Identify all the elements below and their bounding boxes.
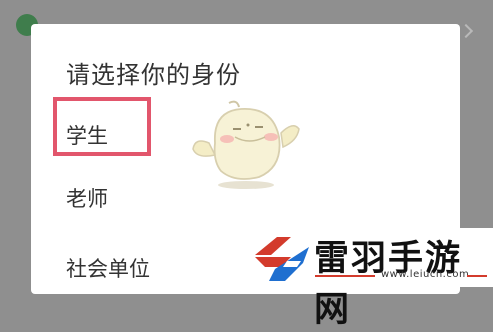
url-dash-right <box>467 275 487 277</box>
backdrop-chevron-icon <box>458 23 474 39</box>
option-teacher[interactable]: 老师 <box>66 183 108 213</box>
brand-title: 雷羽手游网 <box>314 239 463 330</box>
dialog-title: 请选择你的身份 <box>66 61 241 89</box>
url-dash-left <box>315 275 375 277</box>
brand-url: www.leiucn.com <box>381 269 470 280</box>
brand-logo-icon <box>255 237 309 281</box>
mascot-icon <box>192 100 300 189</box>
option-organization[interactable]: 社会单位 <box>66 253 150 283</box>
highlight-box <box>53 97 151 156</box>
watermark: 雷羽手游网 www.leiucn.com <box>243 228 493 330</box>
